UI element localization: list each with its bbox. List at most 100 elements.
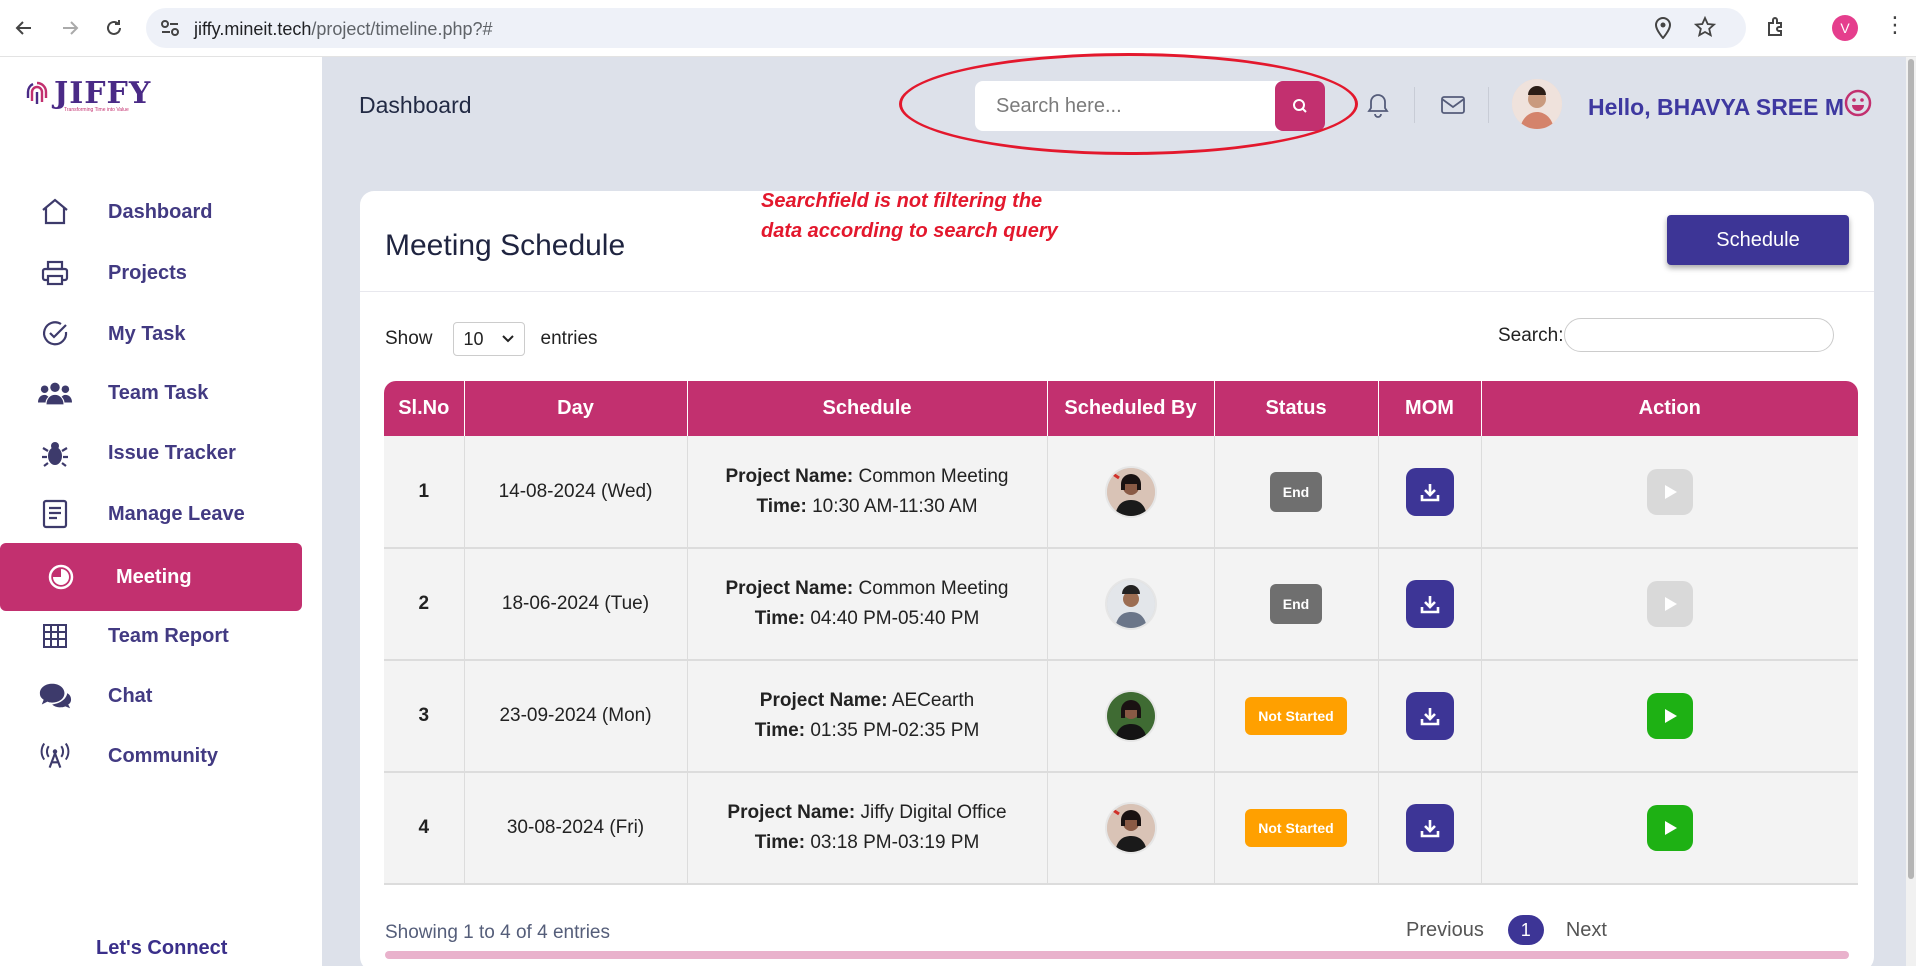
page-title: Dashboard [359, 92, 472, 118]
sidebar-item-community[interactable]: Community [0, 723, 302, 789]
browser-toolbar: jiffy.mineit.tech/project/timeline.php?#… [0, 0, 1916, 57]
header-day[interactable]: Day [464, 381, 688, 436]
time-line: Time: 10:30 AM-11:30 AM [688, 492, 1047, 522]
search-input[interactable] [975, 81, 1275, 131]
project-line: Project Name: Jiffy Digital Office [688, 798, 1047, 828]
pagination: Previous 1 Next [1406, 915, 1607, 945]
divider [1488, 87, 1489, 123]
start-meeting-button[interactable] [1646, 693, 1693, 739]
sidebar-item-label: Community [108, 744, 218, 767]
show-label: Show [385, 328, 433, 349]
bug-icon [38, 436, 72, 470]
sidebar-item-team-report[interactable]: Team Report [0, 603, 302, 669]
project-name: Common Meeting [858, 465, 1009, 487]
mom-download-button[interactable] [1405, 580, 1454, 628]
sidebar-item-manage-leave[interactable]: Manage Leave [0, 481, 302, 547]
mom-download-button[interactable] [1405, 467, 1454, 516]
cell-action [1481, 660, 1858, 773]
browser-menu-icon[interactable]: ⋮ [1884, 14, 1906, 36]
sidebar-item-projects[interactable]: Projects [0, 240, 302, 306]
user-avatar[interactable] [1512, 79, 1562, 129]
back-icon[interactable] [10, 14, 38, 42]
horizontal-scrollbar[interactable] [385, 951, 1849, 959]
start-meeting-button[interactable] [1646, 805, 1693, 851]
forward-icon[interactable] [56, 14, 84, 42]
download-icon [1420, 596, 1439, 614]
smiley-icon [1843, 88, 1873, 123]
cell-status: Not Started [1214, 772, 1379, 885]
header-schedule[interactable]: Schedule [687, 381, 1048, 436]
lets-connect-label: Let's Connect [96, 937, 228, 959]
sidebar-item-team-task[interactable]: Team Task [0, 360, 302, 426]
notification-bell-icon[interactable] [1366, 92, 1390, 123]
cell-status: End [1214, 548, 1379, 661]
search-icon [1293, 99, 1307, 113]
jiffy-logo[interactable]: JIFFY Transforming Time into Value [24, 79, 151, 115]
mail-icon[interactable] [1440, 95, 1466, 120]
scrollbar-thumb[interactable] [1908, 59, 1914, 879]
header-action[interactable]: Action [1481, 381, 1858, 436]
sidebar-item-issue-tracker[interactable]: Issue Tracker [0, 420, 302, 486]
site-info-icon[interactable] [160, 19, 180, 42]
meeting-table: Sl.No Day Schedule Scheduled By Status M… [384, 381, 1858, 885]
page-button-1[interactable]: 1 [1507, 915, 1544, 945]
status-badge: Not Started [1245, 809, 1347, 847]
download-icon [1420, 708, 1439, 726]
meeting-time: 03:18 PM-03:19 PM [810, 832, 980, 853]
address-bar[interactable]: jiffy.mineit.tech/project/timeline.php?# [146, 8, 1746, 48]
mom-download-button[interactable] [1405, 692, 1454, 740]
next-button[interactable]: Next [1566, 919, 1607, 942]
avatar [1106, 580, 1155, 628]
status-badge: End [1269, 471, 1323, 512]
table-row: 1 14-08-2024 (Wed) Project Name: Common Me… [384, 436, 1858, 549]
header-scheduled-by[interactable]: Scheduled By [1047, 381, 1215, 436]
home-icon [38, 195, 72, 229]
reload-icon[interactable] [100, 14, 128, 42]
cell-mom [1378, 436, 1482, 549]
cell-slno: 4 [384, 772, 465, 885]
schedule-button[interactable]: Schedule [1667, 215, 1849, 265]
header-slno[interactable]: Sl.No [384, 381, 465, 436]
project-name: Common Meeting [858, 578, 1009, 599]
meeting-schedule-card: Meeting Schedule Searchfield is not filt… [360, 190, 1874, 971]
fingerprint-logo-icon [26, 81, 48, 104]
broadcast-icon [38, 739, 72, 773]
search-button[interactable] [1275, 81, 1325, 131]
greeting-text: Hello, BHAVYA SREE M [1588, 94, 1845, 120]
download-icon [1420, 820, 1439, 838]
time-line: Time: 03:18 PM-03:19 PM [688, 828, 1047, 858]
sidebar-item-label: Dashboard [108, 200, 213, 223]
mom-download-button[interactable] [1405, 804, 1454, 852]
profile-avatar[interactable]: V [1832, 15, 1858, 41]
location-icon[interactable] [1654, 16, 1672, 44]
sidebar-item-chat[interactable]: Chat [0, 663, 302, 729]
project-line: Project Name: Common Meeting [688, 462, 1047, 492]
header-mom[interactable]: MOM [1378, 381, 1482, 436]
row-number: 2 [418, 593, 430, 614]
cell-scheduled-by [1047, 436, 1215, 549]
cell-mom [1378, 772, 1482, 885]
play-icon [1664, 484, 1677, 499]
header-status[interactable]: Status [1214, 381, 1379, 436]
sidebar-item-label: Team Report [108, 624, 229, 647]
previous-button[interactable]: Previous [1406, 919, 1484, 942]
cell-action [1481, 436, 1858, 549]
cell-scheduled-by [1047, 772, 1215, 885]
table-search-input[interactable] [1564, 318, 1834, 352]
cell-slno: 3 [384, 660, 465, 773]
table-row: 2 18-06-2024 (Tue) Project Name: Common Me… [384, 548, 1858, 661]
cell-slno: 1 [384, 436, 465, 549]
bookmark-star-icon[interactable] [1693, 15, 1717, 43]
project-name: AECearth [891, 690, 975, 711]
annotation-line: Searchfield is not filtering the [761, 190, 1043, 212]
page-scrollbar[interactable] [1906, 57, 1916, 966]
table-search-label: Search: [1498, 325, 1564, 346]
sidebar-item-dashboard[interactable]: Dashboard [0, 179, 302, 245]
extensions-icon[interactable] [1765, 15, 1789, 44]
entries-select[interactable]: 10 [452, 322, 525, 356]
project-label: Project Name: [727, 802, 856, 823]
sidebar-item-meeting[interactable]: Meeting [0, 543, 302, 611]
document-icon [38, 497, 72, 531]
sidebar-item-my-task[interactable]: My Task [0, 301, 302, 367]
time-label: Time: [754, 832, 806, 853]
